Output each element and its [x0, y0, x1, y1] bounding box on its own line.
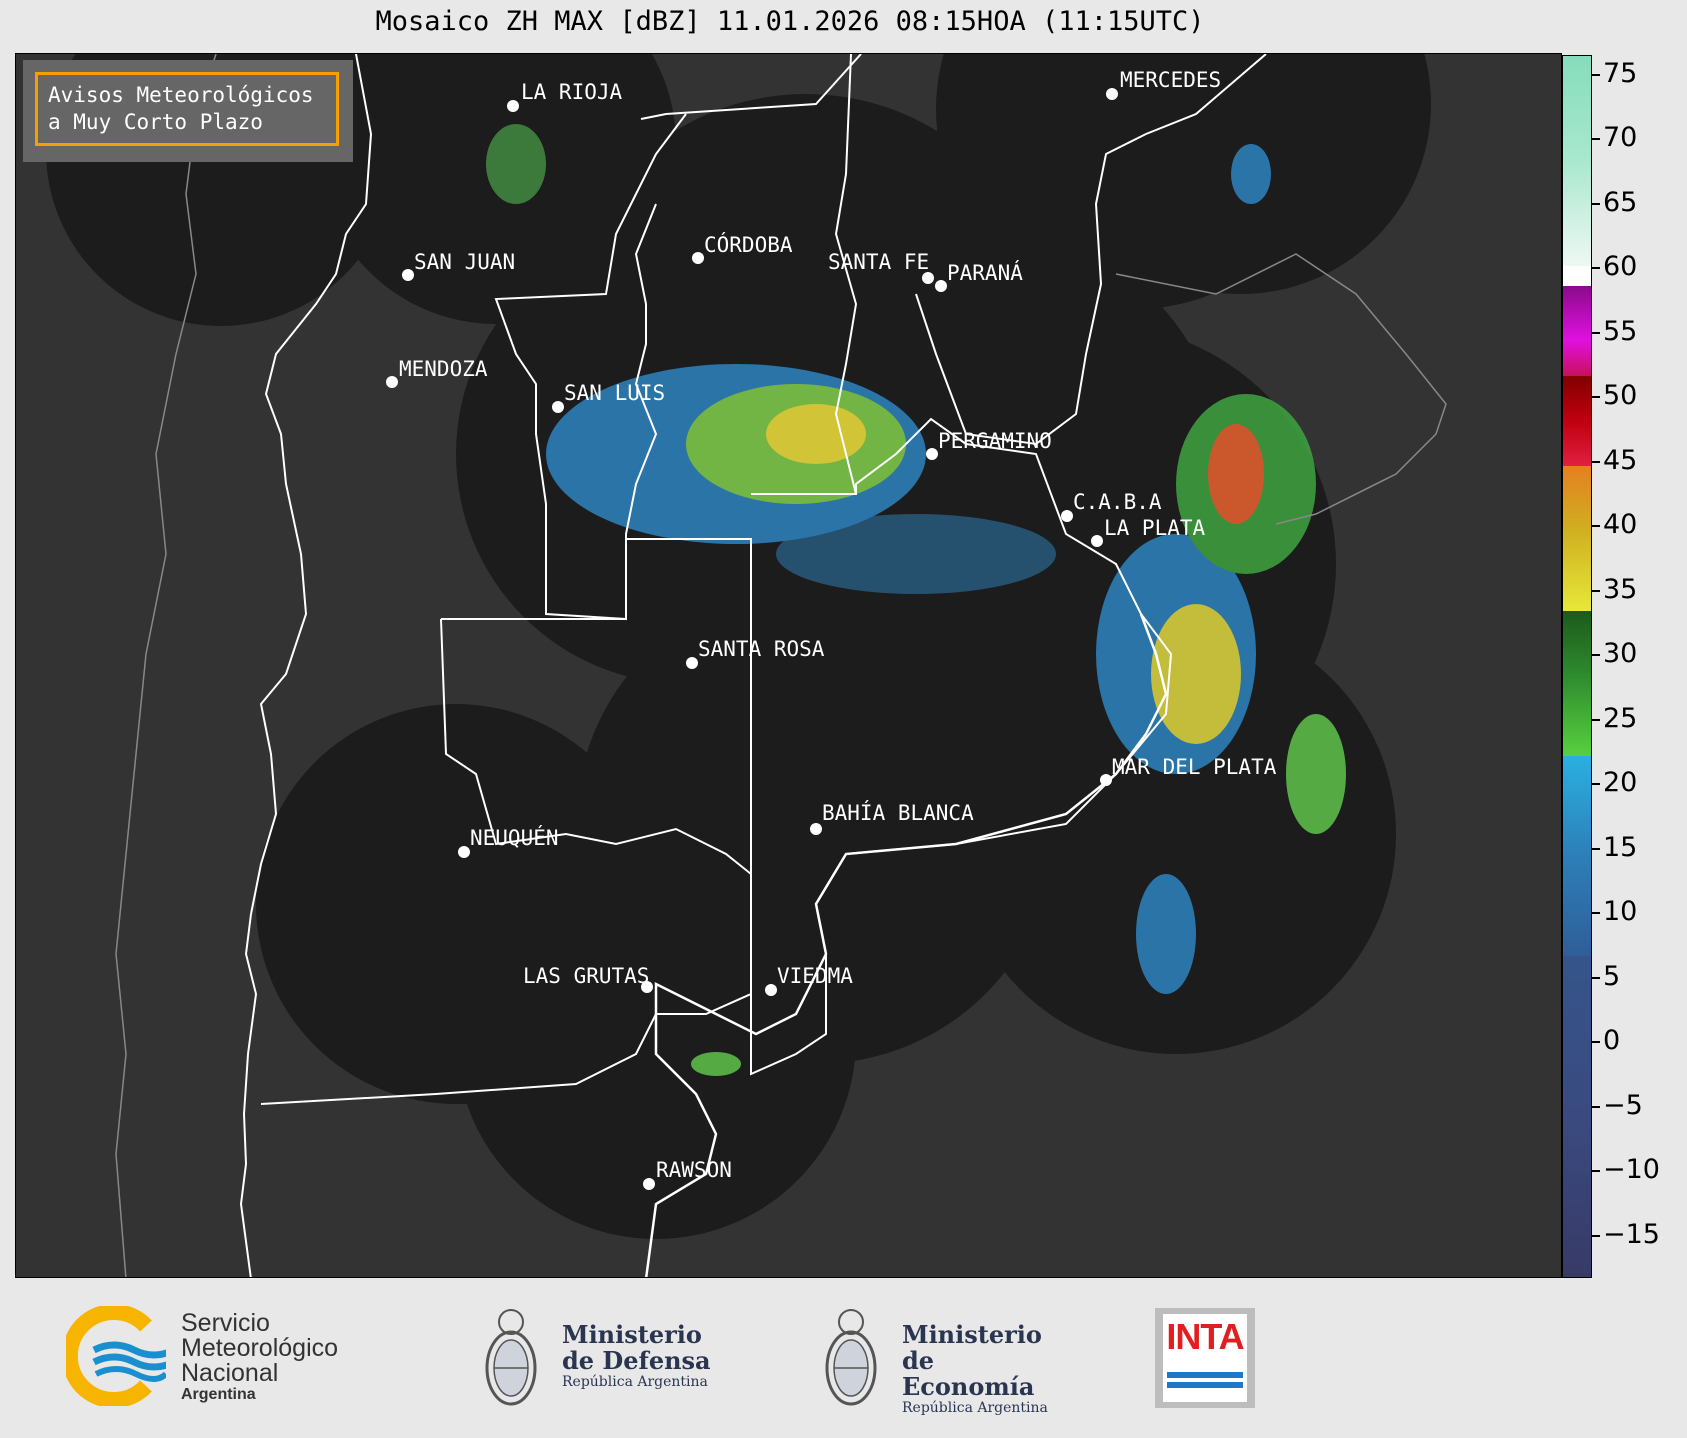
- footer-logos: Servicio Meteorológico Nacional Argentin…: [0, 1280, 1687, 1438]
- tick: [1592, 719, 1600, 721]
- cb-60: [1563, 266, 1591, 286]
- tick-label: 60: [1603, 251, 1638, 282]
- city-label-la-plata: LA PLATA: [1104, 516, 1206, 540]
- tick-label: 40: [1603, 509, 1638, 540]
- colorbar: [1562, 55, 1592, 1278]
- argentina-coat-of-arms-icon: [825, 1309, 877, 1406]
- tick: [1592, 396, 1600, 398]
- city-label-bahia-blanca: BAHÍA BLANCA: [822, 801, 974, 825]
- defensa-line1: Ministerio: [562, 1320, 702, 1349]
- smn-line4: Argentina: [181, 1386, 256, 1403]
- tick: [1592, 267, 1600, 269]
- tick-label: 50: [1603, 380, 1638, 411]
- tick-label: −15: [1603, 1219, 1660, 1250]
- city-label-viedma: VIEDMA: [777, 964, 853, 988]
- radar-map: LA RIOJA MERCEDES SAN JUAN CÓRDOBA SANTA…: [15, 53, 1562, 1278]
- tick-label: 70: [1603, 122, 1638, 153]
- tick-label: 65: [1603, 187, 1638, 218]
- tick-label: 55: [1603, 316, 1638, 347]
- badge-line2: a Muy Corto Plazo: [48, 110, 263, 134]
- economia-logo: Ministerio de Economía República Argenti…: [820, 1300, 1070, 1416]
- tick-label: 0: [1603, 1025, 1621, 1056]
- tick-label: 5: [1603, 961, 1621, 992]
- tick: [1592, 138, 1600, 140]
- smn-line1: Servicio: [181, 1309, 270, 1337]
- tick: [1592, 1170, 1600, 1172]
- tick-label: 25: [1603, 703, 1638, 734]
- cb-42-50: [1563, 376, 1591, 466]
- smn-logo-icon: [66, 1306, 166, 1406]
- tick: [1592, 1106, 1600, 1108]
- tick: [1592, 74, 1600, 76]
- city-label-neuquen: NEUQUÉN: [470, 826, 559, 850]
- economia-sub: República Argentina: [902, 1400, 1048, 1416]
- cb-0-18: [1563, 756, 1591, 956]
- cb-50-58: [1563, 286, 1591, 376]
- badge-line1: Avisos Meteorológicos: [48, 83, 314, 107]
- tick-label: 35: [1603, 574, 1638, 605]
- map-title: Mosaico ZH MAX [dBZ] 11.01.2026 08:15HOA…: [375, 6, 1205, 37]
- argentina-coat-of-arms-icon: [485, 1309, 537, 1406]
- tick: [1592, 525, 1600, 527]
- cb-18-30: [1563, 611, 1591, 756]
- city-label-san-juan: SAN JUAN: [414, 250, 516, 274]
- cb-30-42: [1563, 466, 1591, 611]
- tick-label: 20: [1603, 767, 1638, 798]
- tick-label: −5: [1603, 1090, 1643, 1121]
- avisos-badge: Avisos Meteorológicos a Muy Corto Plazo: [23, 60, 353, 162]
- defensa-line2: de Defensa: [562, 1346, 711, 1375]
- city-label-las-grutas: LAS GRUTAS: [523, 964, 650, 988]
- tick: [1592, 977, 1600, 979]
- city-label-parana: PARANÁ: [947, 261, 1023, 285]
- city-label-santa-fe: SANTA FE: [828, 250, 930, 274]
- inta-text: INTA: [1166, 1316, 1244, 1357]
- tick: [1592, 654, 1600, 656]
- inta-logo: INTA: [1155, 1308, 1255, 1408]
- city-label-pergamino: PERGAMINO: [938, 429, 1052, 453]
- defensa-logo: Ministerio de Defensa República Argentin…: [480, 1300, 720, 1416]
- tick-label: −10: [1603, 1154, 1660, 1185]
- city-label-mar-del-plata: MAR DEL PLATA: [1112, 755, 1277, 779]
- tick: [1592, 332, 1600, 334]
- economia-line2: de Economía: [902, 1346, 1035, 1401]
- defensa-sub: República Argentina: [562, 1374, 708, 1390]
- city-label-mercedes: MERCEDES: [1120, 68, 1222, 92]
- tick: [1592, 203, 1600, 205]
- city-label-santa-rosa: SANTA ROSA: [698, 637, 825, 661]
- tick: [1592, 590, 1600, 592]
- tick-label: 75: [1603, 58, 1638, 89]
- smn-logo: Servicio Meteorológico Nacional Argentin…: [66, 1306, 386, 1406]
- tick: [1592, 1041, 1600, 1043]
- tick: [1592, 1235, 1600, 1237]
- tick: [1592, 461, 1600, 463]
- city-label-cordoba: CÓRDOBA: [704, 233, 793, 257]
- tick-label: 10: [1603, 896, 1638, 927]
- inta-logo-icon: INTA: [1163, 1314, 1247, 1402]
- tick-label: 30: [1603, 638, 1638, 669]
- smn-line3: Nacional: [181, 1359, 279, 1387]
- tick-label: 45: [1603, 445, 1638, 476]
- avisos-badge-box: Avisos Meteorológicos a Muy Corto Plazo: [35, 72, 339, 146]
- tick: [1592, 783, 1600, 785]
- city-label-rawson: RAWSON: [656, 1158, 732, 1182]
- city-label-san-luis: SAN LUIS: [564, 381, 666, 405]
- city-label-mendoza: MENDOZA: [399, 357, 488, 381]
- city-label-caba: C.A.B.A: [1073, 490, 1162, 514]
- smn-line2: Meteorológico: [181, 1334, 339, 1362]
- tick-label: 15: [1603, 832, 1638, 863]
- cb-60-77: [1563, 56, 1591, 266]
- city-label-la-rioja: LA RIOJA: [521, 80, 623, 104]
- economia-line1: Ministerio: [902, 1320, 1042, 1349]
- tick: [1592, 848, 1600, 850]
- cb-neg: [1563, 956, 1591, 1277]
- tick: [1592, 912, 1600, 914]
